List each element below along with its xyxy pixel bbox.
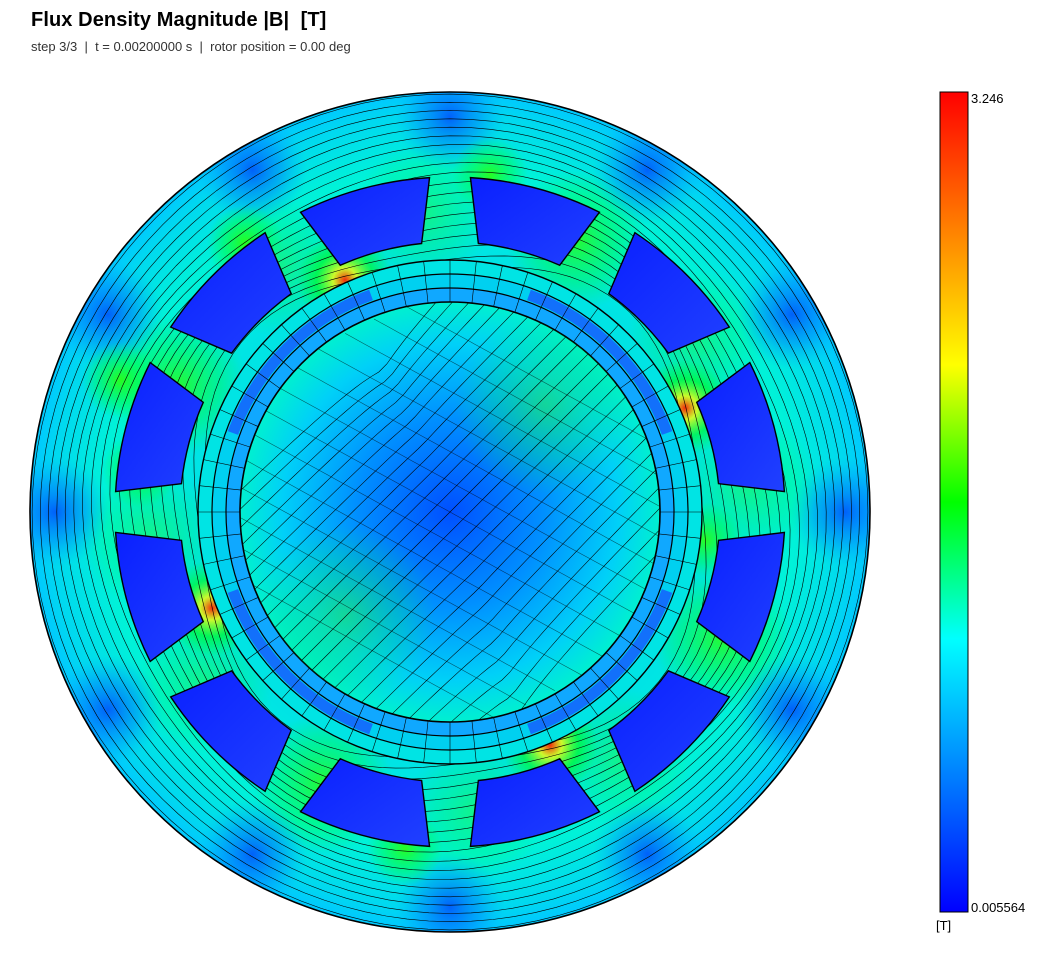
low-field-region xyxy=(30,457,110,567)
colorbar-unit-label: [T] xyxy=(936,918,952,933)
colorbar-max-label: 3.246 xyxy=(971,91,1004,106)
colorbar xyxy=(939,91,969,913)
machine-cross-section xyxy=(29,91,871,933)
flux-density-plot xyxy=(29,91,969,933)
low-field-region xyxy=(52,654,163,765)
colorbar-min-label: 0.005564 xyxy=(971,900,1026,915)
low-field-region xyxy=(592,799,703,910)
low-field-region xyxy=(737,259,848,370)
